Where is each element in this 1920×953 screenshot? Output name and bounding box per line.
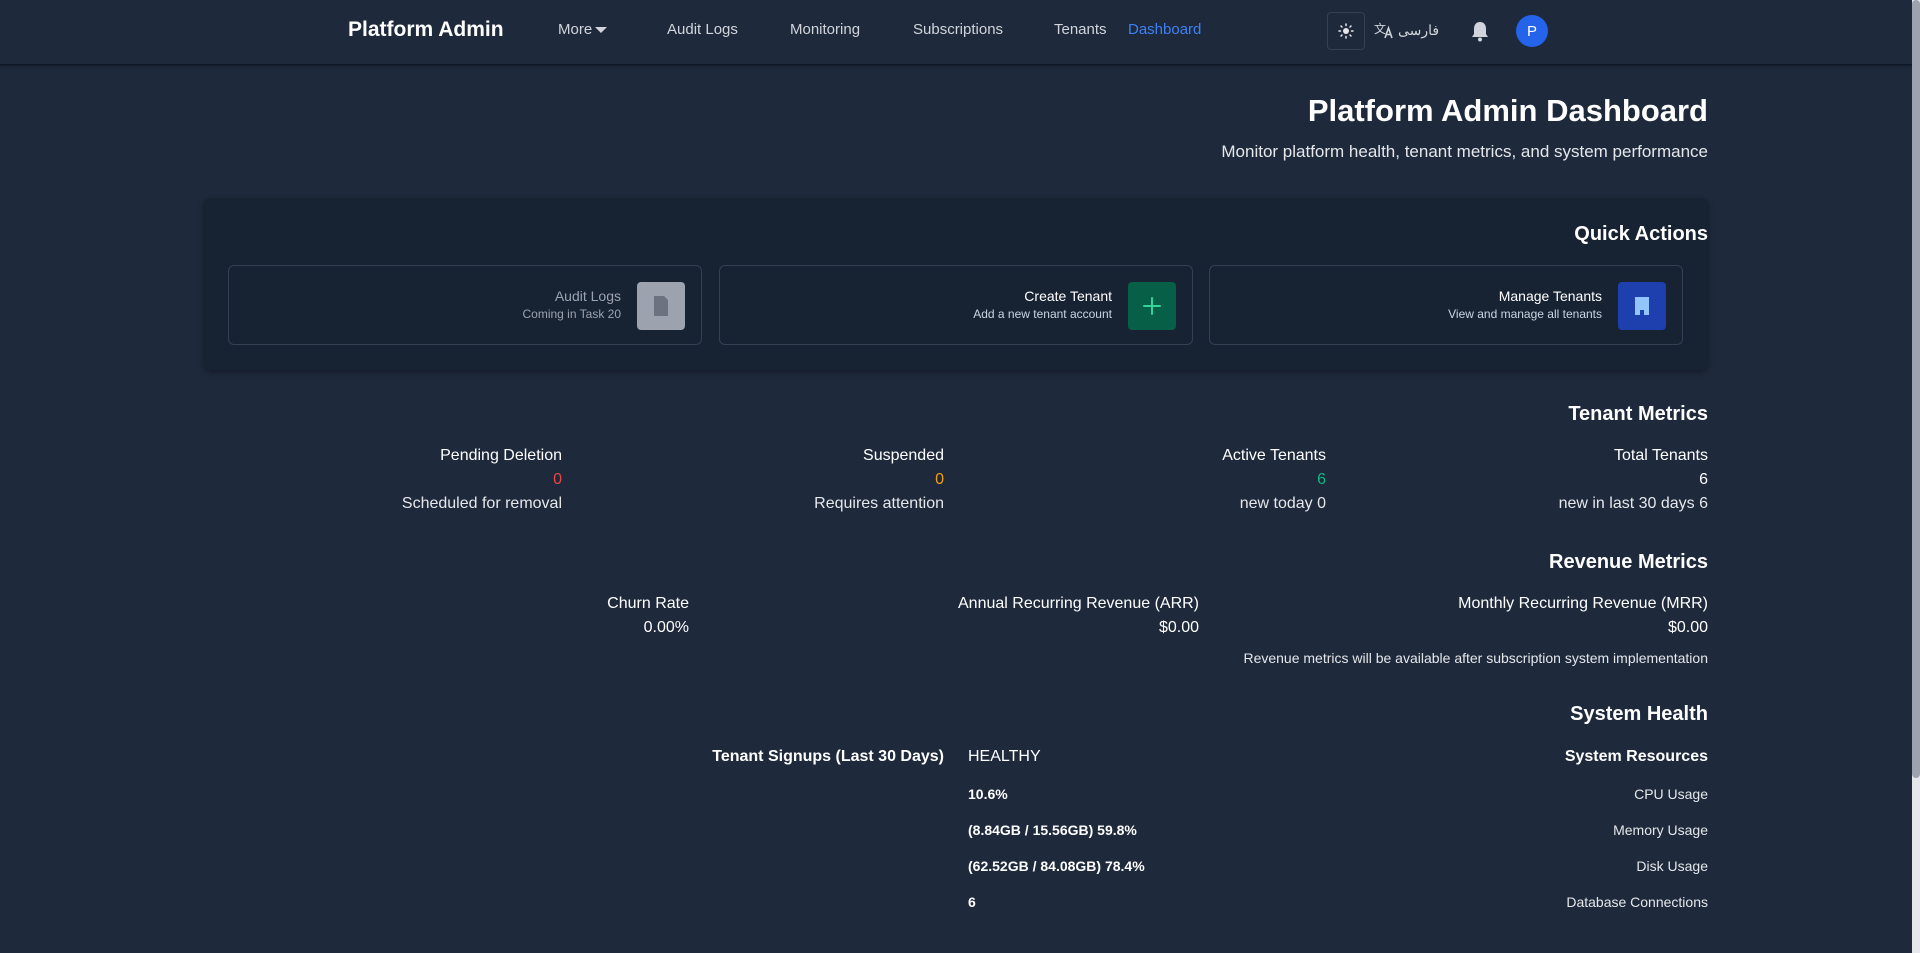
quick-action-subtitle: Add a new tenant account <box>973 307 1112 321</box>
cpu-usage-label: CPU Usage <box>1634 786 1708 802</box>
metric-value: 0 <box>553 471 562 488</box>
metric-label: Suspended <box>863 447 944 464</box>
metric-total-tenants: Total Tenants 6 new in last 30 days 6 <box>1559 447 1708 513</box>
metric-value: 6 <box>1317 471 1326 488</box>
nav-tenants[interactable]: Tenants <box>1054 21 1107 38</box>
quick-action-audit-logs[interactable]: Audit Logs Coming in Task 20 <box>228 265 702 345</box>
metric-value: $0.00 <box>1667 619 1708 636</box>
nav-monitoring[interactable]: Monitoring <box>790 21 860 38</box>
signups-title: Tenant Signups (Last 30 Days) <box>712 748 944 765</box>
scrollbar-thumb[interactable] <box>1912 0 1920 778</box>
quick-action-title: Create Tenant <box>1024 288 1112 304</box>
memory-usage-value: (8.84GB / 15.56GB) 59.8% <box>968 822 1137 838</box>
quick-action-title: Audit Logs <box>554 288 621 304</box>
cpu-usage-value: 10.6% <box>968 786 1008 802</box>
bell-icon[interactable] <box>1470 20 1490 42</box>
metric-value: 0 <box>935 471 944 488</box>
metric-note: new today 0 <box>1239 495 1326 512</box>
translate-icon: 文 <box>1374 21 1393 39</box>
metric-label: Churn Rate <box>607 595 689 612</box>
metric-churn-rate: Churn Rate 0.00% <box>607 595 689 637</box>
metric-pending-deletion: Pending Deletion 0 Scheduled for removal <box>402 447 562 513</box>
brand-logo[interactable]: Platform Admin <box>348 18 504 42</box>
nav-audit-logs[interactable]: Audit Logs <box>667 21 738 38</box>
nav-more-dropdown[interactable]: More <box>558 21 608 38</box>
quick-action-title: Manage Tenants <box>1498 288 1602 304</box>
metric-mrr: Monthly Recurring Revenue (MRR) $0.00 <box>1458 595 1708 637</box>
building-icon <box>1618 282 1666 330</box>
plus-icon <box>1128 282 1176 330</box>
system-health-title: System Health <box>1570 703 1708 725</box>
metric-note: Requires attention <box>814 495 944 512</box>
metric-label: Monthly Recurring Revenue (MRR) <box>1458 595 1708 612</box>
quick-action-manage-tenants[interactable]: Manage Tenants View and manage all tenan… <box>1209 265 1683 345</box>
metric-value: 0.00% <box>643 619 689 636</box>
quick-action-subtitle: Coming in Task 20 <box>522 307 622 321</box>
health-status: HEALTHY <box>968 748 1041 765</box>
quick-actions-title: Quick Actions <box>1574 223 1708 245</box>
metric-suspended: Suspended 0 Requires attention <box>814 447 944 513</box>
page-subtitle: Monitor platform health, tenant metrics,… <box>1221 142 1708 161</box>
theme-toggle-button[interactable] <box>1327 12 1365 50</box>
metric-arr: Annual Recurring Revenue (ARR) $0.00 <box>958 595 1199 637</box>
metric-label: Total Tenants <box>1614 447 1708 464</box>
sun-icon <box>1338 23 1354 39</box>
metric-label: Active Tenants <box>1222 447 1326 464</box>
svg-text:文: 文 <box>1374 21 1386 36</box>
nav-subscriptions[interactable]: Subscriptions <box>913 21 1003 38</box>
document-icon <box>637 282 685 330</box>
metric-note: Scheduled for removal <box>401 495 562 512</box>
revenue-note: Revenue metrics will be available after … <box>1243 650 1708 666</box>
metric-value: $0.00 <box>1158 619 1199 636</box>
memory-usage-label: Memory Usage <box>1613 822 1708 838</box>
disk-usage-value: (62.52GB / 84.08GB) 78.4% <box>968 858 1145 874</box>
top-navbar: Platform Admin More Audit Logs Monitorin… <box>0 0 1912 65</box>
language-label: فارسی <box>1398 21 1440 38</box>
disk-usage-label: Disk Usage <box>1636 858 1708 874</box>
metric-value: 6 <box>1699 471 1708 488</box>
quick-action-subtitle: View and manage all tenants <box>1448 307 1602 321</box>
quick-action-create-tenant[interactable]: Create Tenant Add a new tenant account <box>719 265 1193 345</box>
page-title: Platform Admin Dashboard <box>1307 93 1708 128</box>
metric-active-tenants: Active Tenants 6 new today 0 <box>1222 447 1326 513</box>
metric-label: Annual Recurring Revenue (ARR) <box>958 595 1199 612</box>
metric-label: Pending Deletion <box>440 447 562 464</box>
system-resources-title: System Resources <box>1564 748 1708 765</box>
db-connections-label: Database Connections <box>1566 894 1708 910</box>
metric-note: new in last 30 days 6 <box>1558 495 1708 512</box>
revenue-metrics-title: Revenue Metrics <box>1549 551 1708 573</box>
user-avatar[interactable]: P <box>1516 15 1548 47</box>
caret-down-icon <box>595 27 608 34</box>
nav-more-label: More <box>558 21 593 38</box>
language-switcher[interactable]: 文 فارسی <box>1374 21 1439 39</box>
db-connections-value: 6 <box>968 894 976 910</box>
tenant-metrics-title: Tenant Metrics <box>1568 403 1708 425</box>
nav-dashboard[interactable]: Dashboard <box>1128 21 1201 38</box>
